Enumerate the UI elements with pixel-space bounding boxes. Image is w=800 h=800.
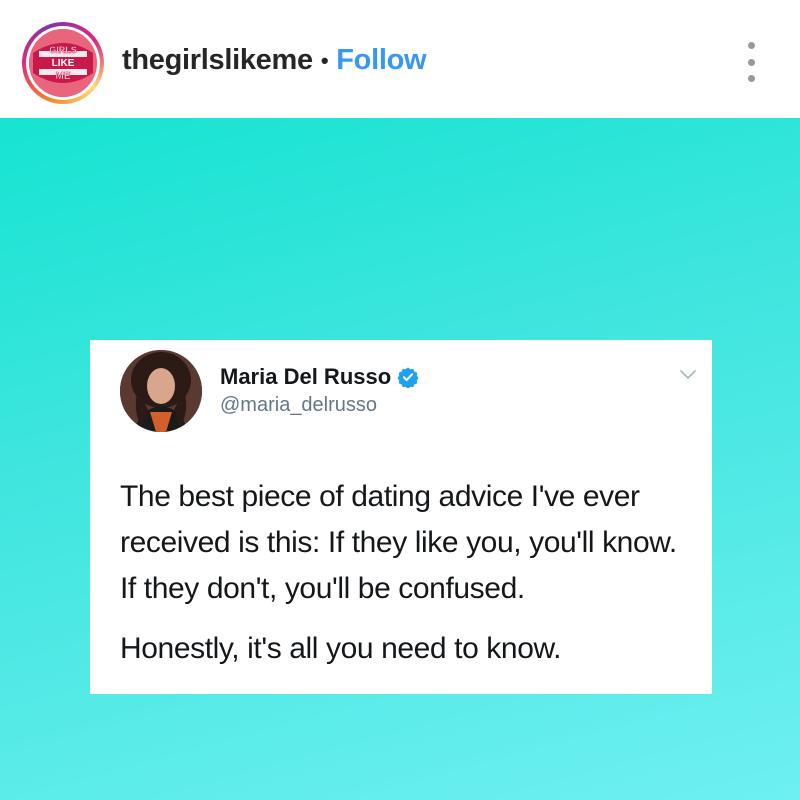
svg-text:LIKE: LIKE bbox=[52, 58, 75, 69]
tweet-author-name: Maria Del Russo bbox=[220, 364, 419, 390]
more-options-icon[interactable] bbox=[744, 42, 758, 82]
tweet-text: The best piece of dating advice I've eve… bbox=[120, 474, 700, 672]
svg-text:ME: ME bbox=[56, 71, 71, 82]
post-image[interactable]: Maria Del Russo @maria_delrusso The best… bbox=[0, 118, 800, 800]
tweet-author-avatar bbox=[120, 350, 202, 432]
post-header: GIRLS LIKE ME thegirlslikeme • Follow bbox=[0, 0, 800, 118]
header-user-line: thegirlslikeme • Follow bbox=[122, 44, 427, 77]
username-link[interactable]: thegirlslikeme bbox=[122, 44, 313, 77]
profile-avatar[interactable]: GIRLS LIKE ME bbox=[22, 22, 104, 104]
girls-like-me-logo: GIRLS LIKE ME bbox=[29, 29, 97, 97]
separator-dot: • bbox=[320, 47, 329, 73]
follow-button[interactable]: Follow bbox=[336, 44, 426, 77]
verified-badge-icon bbox=[397, 367, 419, 388]
tweet-author-handle: @maria_delrusso bbox=[220, 394, 378, 416]
svg-text:GIRLS: GIRLS bbox=[49, 45, 77, 55]
chevron-down-icon[interactable] bbox=[678, 368, 698, 382]
tweet-card: Maria Del Russo @maria_delrusso The best… bbox=[90, 340, 712, 694]
tweet-paragraph-1: The best piece of dating advice I've eve… bbox=[120, 480, 677, 605]
tweet-paragraph-2: Honestly, it's all you need to know. bbox=[120, 632, 562, 665]
